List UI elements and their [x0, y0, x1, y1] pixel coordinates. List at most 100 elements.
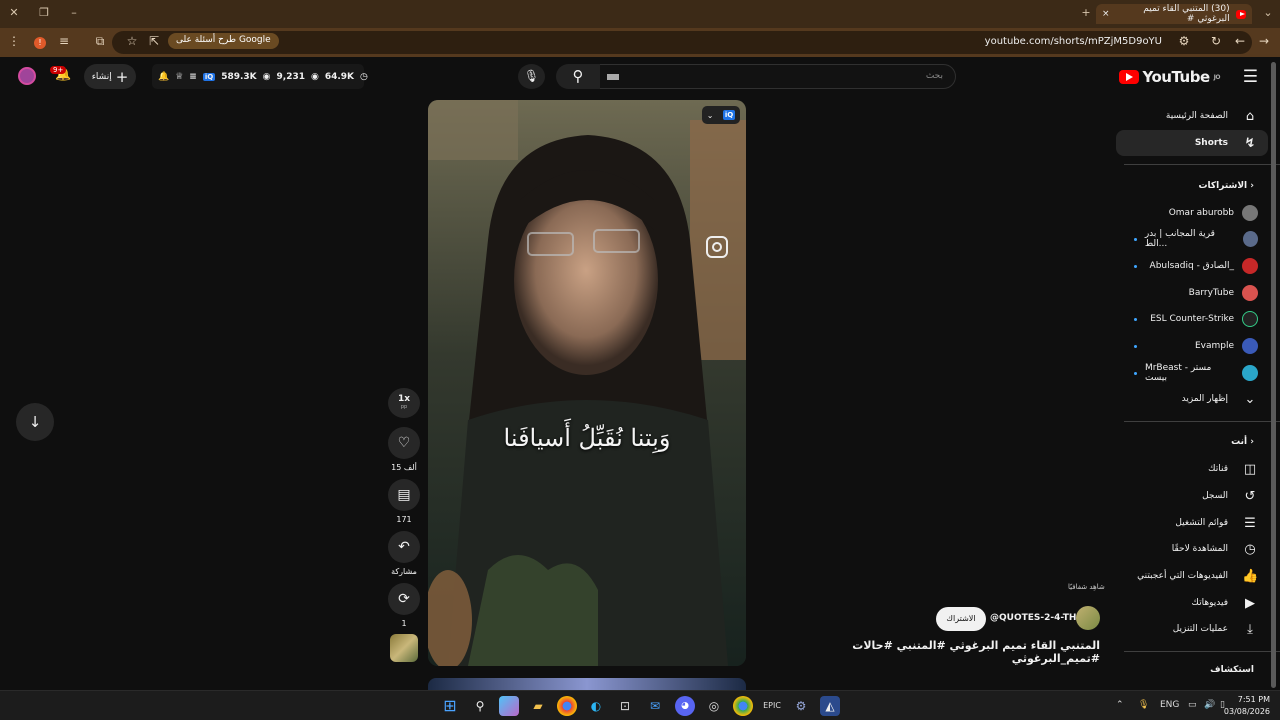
sidebar-item-home[interactable]: الصفحة الرئيسية ⌂ — [1116, 103, 1268, 129]
tab-search-icon[interactable]: ⌄ — [1260, 6, 1276, 19]
comment-icon[interactable]: ▤ — [388, 479, 420, 511]
profile-update-icon[interactable]: ! — [32, 34, 48, 49]
active-app-icon[interactable]: ◭ — [820, 696, 840, 716]
you-header[interactable]: أنت › — [1231, 437, 1254, 447]
channel-avatar[interactable] — [1076, 606, 1100, 630]
trophy-icon[interactable]: ♕ — [175, 72, 183, 82]
restore-window-icon[interactable]: ❐ — [36, 6, 52, 19]
video-frame — [428, 100, 746, 666]
sidebar-item-label: عمليات التنزيل — [1172, 624, 1228, 634]
iq-logo-icon: iQ — [202, 72, 216, 81]
search-input[interactable]: بحث — [598, 64, 956, 89]
subscription-item[interactable]: Abulsadiq - الصادق_ — [1116, 253, 1268, 279]
site-settings-icon[interactable]: ⚙ — [1176, 34, 1192, 48]
show-more-button[interactable]: إظهار المزيد ⌄ — [1116, 386, 1268, 412]
share-page-icon[interactable]: ⇱ — [146, 34, 162, 48]
shorts-video-player[interactable]: وَبِتنا نُقَبِّلُ أَسيافَنا ⌄ iQ — [428, 100, 746, 666]
next-video-arrow-down-icon[interactable]: ↓ — [16, 403, 54, 441]
account-avatar[interactable] — [18, 67, 36, 85]
youtube-logo[interactable]: YouTube JO — [1118, 68, 1221, 86]
like-icon[interactable]: ♡ — [388, 427, 420, 459]
sidebar-item-history[interactable]: السجل ↺ — [1116, 483, 1268, 509]
channel-hint-text: شاهِد شفافيًا — [1068, 583, 1105, 591]
sidebar-item-shorts[interactable]: Shorts ↯ — [1116, 130, 1268, 156]
github-icon[interactable]: ◎ — [704, 696, 724, 716]
remix-icon[interactable]: ⟳ — [388, 583, 420, 615]
sidebar-item-downloads[interactable]: عمليات التنزيل ⤓ — [1116, 616, 1268, 642]
keyboard-icon[interactable] — [607, 74, 619, 80]
channel-handle[interactable]: @QUOTES-2-4-THD — [990, 613, 1084, 623]
share-action[interactable]: ↶ مشاركة — [388, 531, 420, 576]
bookmark-star-icon[interactable]: ☆ — [124, 34, 140, 48]
new-content-dot — [1134, 237, 1137, 241]
edge-icon[interactable]: ◐ — [586, 696, 606, 716]
chrome-profile-icon[interactable] — [733, 696, 753, 716]
start-windows-icon[interactable]: ⊞ — [440, 696, 460, 716]
store-icon[interactable]: ⊡ — [615, 696, 635, 716]
language-indicator[interactable]: ENG — [1160, 700, 1179, 710]
subscriptions-header[interactable]: الاشتراكات › — [1198, 181, 1254, 191]
subscribe-button[interactable]: الاشتراك — [936, 607, 986, 631]
subscription-item[interactable]: Omar aburobb — [1116, 200, 1268, 226]
network-icon[interactable]: ▭ — [1188, 700, 1197, 710]
sound-thumbnail[interactable] — [390, 634, 418, 662]
extensions-icon[interactable]: ⧉ — [92, 34, 108, 49]
volume-icon[interactable]: 🔊 — [1204, 700, 1215, 710]
like-action[interactable]: ♡ 15 ألف — [388, 427, 420, 472]
epic-games-icon[interactable]: EPIC — [762, 696, 782, 716]
close-window-icon[interactable]: ✕ — [6, 6, 22, 19]
iq-extension-toggle[interactable]: ⌄ iQ — [702, 106, 740, 124]
guide-menu-icon[interactable]: ☰ — [1243, 67, 1258, 87]
subscription-item[interactable]: MrBeast - مستر بيست — [1116, 360, 1268, 386]
subscription-item[interactable]: قرية المجانب | بدر الط... — [1116, 226, 1268, 252]
sidebar-item-your-videos[interactable]: فيديوهاتك ▶ — [1116, 590, 1268, 616]
reading-list-icon[interactable]: ≡ — [56, 34, 72, 48]
sidebar-item-watch-later[interactable]: المشاهدة لاحقًا ◷ — [1116, 536, 1268, 562]
forward-icon[interactable]: → — [1256, 34, 1272, 48]
channel-avatar — [1242, 205, 1258, 221]
mic-tray-icon[interactable]: 🎙 — [1138, 700, 1149, 710]
remix-action[interactable]: ⟳ 1 — [388, 583, 420, 628]
subscription-item[interactable]: Evample — [1116, 333, 1268, 359]
next-short-preview[interactable] — [428, 678, 746, 690]
new-content-dot — [1134, 371, 1137, 375]
shorts-icon: ↯ — [1244, 135, 1256, 151]
share-icon[interactable]: ↶ — [388, 531, 420, 563]
your-videos-icon: ▶ — [1245, 595, 1255, 611]
playback-speed-button[interactable]: 1x pp — [388, 388, 420, 418]
mail-icon[interactable]: ✉ — [645, 696, 665, 716]
address-bar[interactable]: ☆ ⇱ ⚙ youtube.com/shorts/mPZjM5D9oYU — [112, 31, 1252, 54]
subscription-item[interactable]: ESL Counter-Strike — [1116, 306, 1268, 332]
steam-icon[interactable]: ⚙ — [791, 696, 811, 716]
create-button[interactable]: إنشاء + — [84, 64, 136, 89]
voice-search-mic-icon[interactable]: 🎙 — [518, 64, 545, 89]
search-button[interactable]: ⚲ — [556, 64, 600, 89]
page-scrollbar[interactable] — [1271, 62, 1276, 688]
minimize-window-icon[interactable]: – — [66, 6, 82, 19]
short-title[interactable]: المتنبي القاء تميم البرغوثي #المتنبي #حا… — [814, 639, 1100, 665]
system-clock[interactable]: 7:51 PM 03/08/2026 — [1224, 694, 1270, 718]
sidebar-item-liked[interactable]: الفيديوهات التي أعجبتني 👍 — [1116, 563, 1268, 589]
copilot-icon[interactable] — [499, 696, 519, 716]
alert-icon[interactable]: 🔔 — [158, 72, 169, 82]
your-channel-icon: ◫ — [1243, 461, 1257, 477]
sidebar-divider — [1124, 421, 1280, 422]
new-tab-button[interactable]: + — [1078, 6, 1094, 19]
google-lens-chip[interactable]: طرح أسئلة على Google — [168, 33, 279, 49]
list-icon[interactable]: ≡ — [189, 72, 197, 82]
search-icon[interactable]: ⚲ — [470, 696, 490, 716]
chrome-icon[interactable] — [557, 696, 577, 716]
close-tab-button[interactable]: × — [1102, 9, 1110, 19]
comment-action[interactable]: ▤ 171 — [388, 479, 420, 524]
file-explorer-icon[interactable]: ▰ — [528, 696, 548, 716]
back-icon[interactable]: ← — [1232, 34, 1248, 48]
menu-dots-icon[interactable]: ⋮ — [6, 34, 22, 48]
subscription-item[interactable]: BarryTube — [1116, 280, 1268, 306]
sidebar-item-your-channel[interactable]: قناتك ◫ — [1116, 456, 1268, 482]
eye-icon-2: ◉ — [310, 71, 319, 82]
browser-tab[interactable]: (30) المتنبي القاء تميم البرغوثي # × — [1096, 4, 1252, 24]
sidebar-item-playlists[interactable]: قوائم التشغيل ☰ — [1116, 510, 1268, 536]
tray-overflow-chevron-icon[interactable]: ⌃ — [1116, 700, 1124, 710]
discord-icon[interactable]: ◕ — [675, 696, 695, 716]
reload-icon[interactable]: ↻ — [1208, 34, 1224, 48]
